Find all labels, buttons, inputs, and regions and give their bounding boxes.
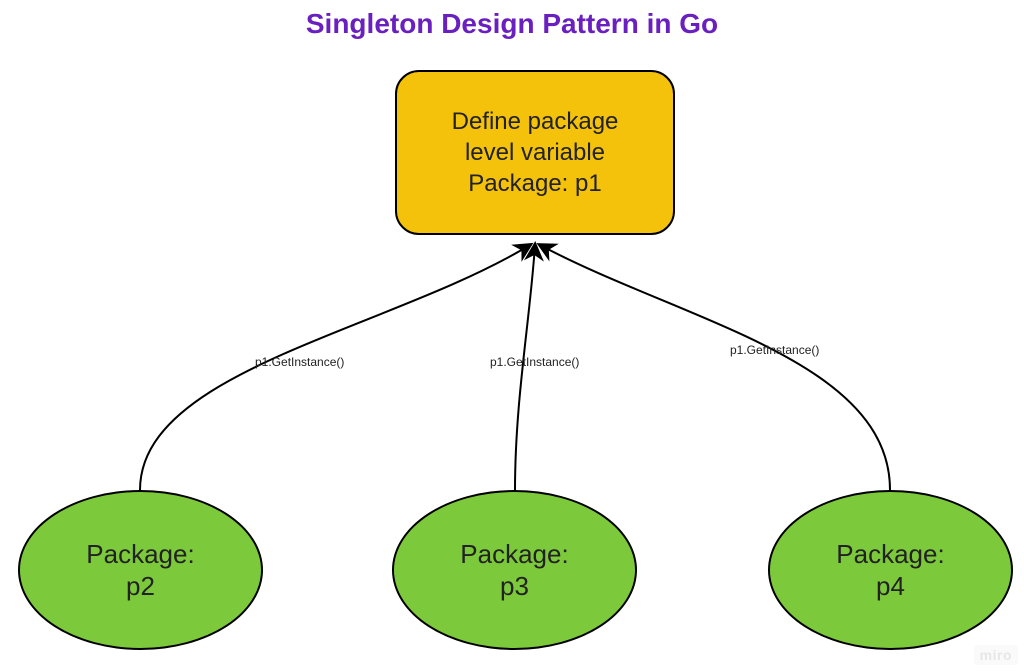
watermark: miro	[974, 645, 1018, 665]
node-p3-line2: p3	[500, 570, 529, 603]
node-p2-line1: Package:	[86, 538, 194, 571]
node-p2: Package: p2	[18, 490, 263, 650]
edge-label-p3: p1.GetInstance()	[490, 355, 579, 369]
node-p4: Package: p4	[768, 490, 1013, 650]
node-p1-line1: Define package	[452, 106, 619, 137]
edge-label-p2: p1.GetInstance()	[255, 355, 344, 369]
node-p1-line2: level variable	[465, 137, 605, 168]
node-p3: Package: p3	[392, 490, 637, 650]
edge-label-p4: p1.GetInstance()	[730, 343, 819, 357]
node-p1-line3: Package: p1	[468, 168, 601, 199]
diagram-canvas: Singleton Design Pattern in Go Define pa…	[0, 0, 1024, 671]
node-p4-line1: Package:	[836, 538, 944, 571]
node-p3-line1: Package:	[460, 538, 568, 571]
node-p4-line2: p4	[876, 570, 905, 603]
diagram-title: Singleton Design Pattern in Go	[0, 8, 1024, 40]
node-p1-definition: Define package level variable Package: p…	[395, 70, 675, 235]
node-p2-line2: p2	[126, 570, 155, 603]
